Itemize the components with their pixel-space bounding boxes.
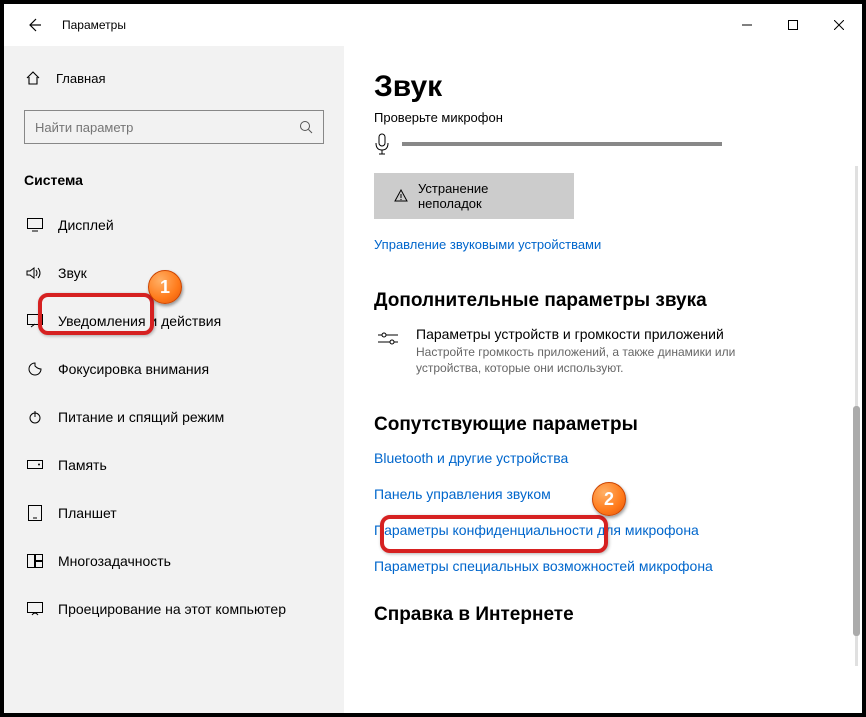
focus-icon — [26, 361, 44, 377]
sidebar-item-projecting[interactable]: Проецирование на этот компьютер — [24, 588, 324, 630]
related-header: Сопутствующие параметры — [374, 414, 832, 436]
sidebar-item-power[interactable]: Питание и спящий режим — [24, 396, 324, 438]
project-icon — [26, 602, 44, 616]
window-title: Параметры — [62, 18, 126, 32]
mic-icon — [374, 133, 390, 155]
sound-icon — [26, 266, 44, 280]
home-label: Главная — [56, 71, 105, 86]
category-header: Система — [24, 172, 324, 188]
nav-label: Проецирование на этот компьютер — [58, 601, 286, 617]
help-header: Справка в Интернете — [374, 604, 832, 626]
back-button[interactable] — [24, 15, 44, 35]
nav-label: Звук — [58, 265, 87, 281]
annotation-badge-1: 1 — [148, 270, 182, 304]
close-button[interactable] — [816, 9, 862, 41]
advanced-header: Дополнительные параметры звука — [374, 290, 832, 312]
mic-ease-link[interactable]: Параметры специальных возможностей микро… — [374, 558, 832, 574]
warning-icon — [394, 189, 408, 203]
bluetooth-link[interactable]: Bluetooth и другие устройства — [374, 450, 832, 466]
maximize-button[interactable] — [770, 9, 816, 41]
app-vol-title: Параметры устройств и громкости приложен… — [416, 326, 756, 342]
annotation-badge-2: 2 — [592, 482, 626, 516]
sidebar: Главная Система Дисплей Звук Уведомления… — [4, 46, 344, 713]
scrollbar-thumb[interactable] — [853, 406, 860, 636]
tablet-icon — [26, 505, 44, 521]
settings-window: Параметры Главная Система Дисплей — [0, 0, 866, 717]
sidebar-item-focus[interactable]: Фокусировка внимания — [24, 348, 324, 390]
nav-label: Память — [58, 457, 107, 473]
troubleshoot-button[interactable]: Устранение неполадок — [374, 173, 574, 219]
notifications-icon — [26, 314, 44, 328]
nav-label: Многозадачность — [58, 553, 171, 569]
display-icon — [26, 218, 44, 232]
home-icon — [24, 70, 42, 86]
nav-label: Фокусировка внимания — [58, 361, 209, 377]
window-controls — [724, 9, 862, 41]
power-icon — [26, 409, 44, 425]
search-icon — [299, 120, 313, 134]
manage-devices-link[interactable]: Управление звуковыми устройствами — [374, 237, 601, 252]
search-box[interactable] — [24, 110, 324, 144]
storage-icon — [26, 460, 44, 470]
content-area: Звук Проверьте микрофон Устранение непол… — [344, 46, 862, 713]
troubleshoot-label: Устранение неполадок — [418, 181, 554, 211]
sidebar-item-display[interactable]: Дисплей — [24, 204, 324, 246]
sliders-icon — [374, 326, 402, 354]
mic-level-bar — [402, 142, 722, 146]
sidebar-item-multitask[interactable]: Многозадачность — [24, 540, 324, 582]
app-volume-option[interactable]: Параметры устройств и громкости приложен… — [374, 326, 832, 376]
sidebar-item-tablet[interactable]: Планшет — [24, 492, 324, 534]
search-input[interactable] — [35, 120, 299, 135]
nav-label: Планшет — [58, 505, 117, 521]
titlebar: Параметры — [4, 4, 862, 46]
nav-label: Уведомления и действия — [58, 313, 221, 329]
sidebar-item-storage[interactable]: Память — [24, 444, 324, 486]
multitask-icon — [26, 554, 44, 568]
app-vol-desc: Настройте громкость приложений, а также … — [416, 344, 756, 376]
sidebar-item-notifications[interactable]: Уведомления и действия — [24, 300, 324, 342]
nav-label: Дисплей — [58, 217, 114, 233]
home-link[interactable]: Главная — [24, 60, 324, 96]
page-title: Звук — [374, 70, 832, 104]
test-mic-label: Проверьте микрофон — [374, 110, 832, 125]
minimize-button[interactable] — [724, 9, 770, 41]
nav-label: Питание и спящий режим — [58, 409, 224, 425]
mic-privacy-link[interactable]: Параметры конфиденциальности для микрофо… — [374, 522, 832, 538]
